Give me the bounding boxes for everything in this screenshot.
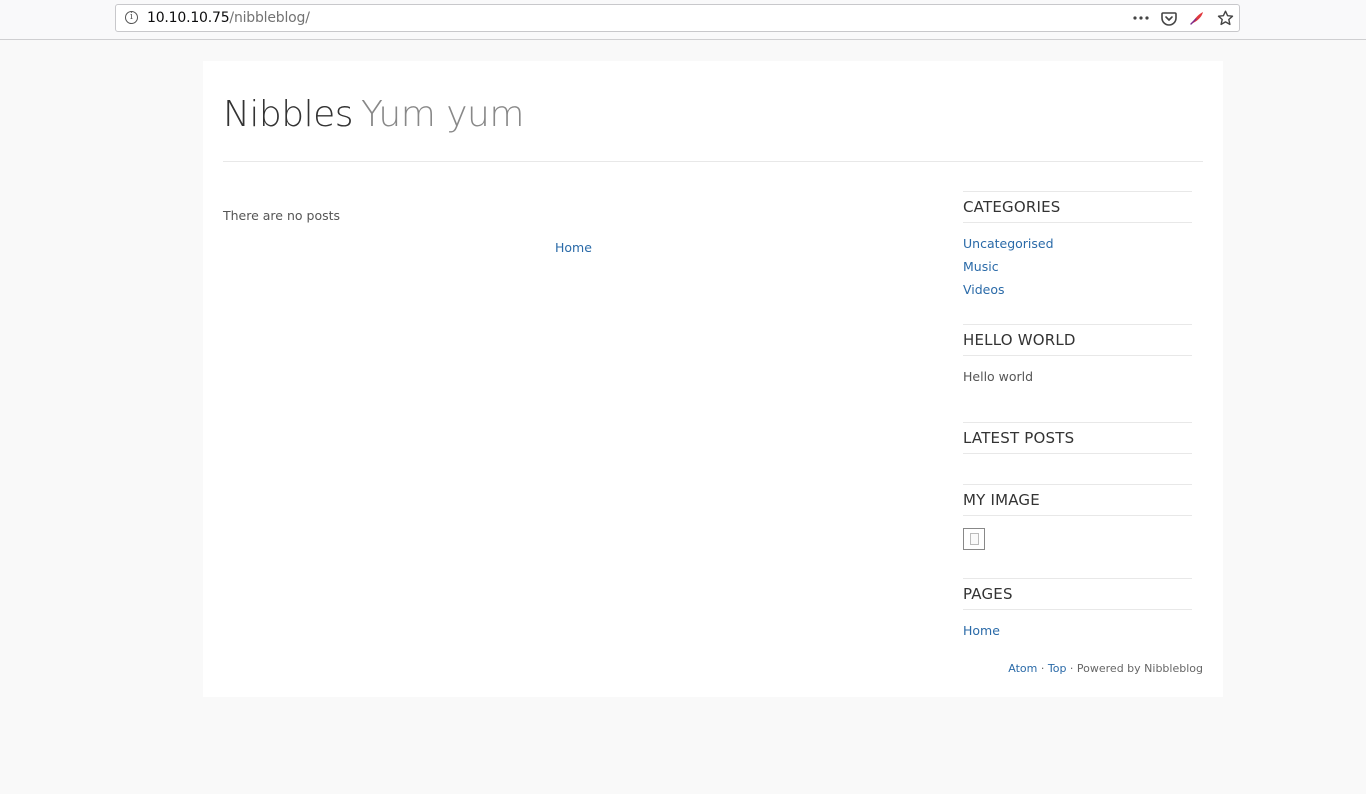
categories-widget: CATEGORIES Uncategorised Music Videos bbox=[963, 191, 1192, 324]
bookmark-star-icon[interactable] bbox=[1211, 5, 1239, 31]
my-image-title: MY IMAGE bbox=[963, 485, 1192, 516]
site-title[interactable]: Nibbles Yum yum bbox=[223, 94, 524, 135]
latest-posts-widget: LATEST POSTS bbox=[963, 422, 1192, 484]
top-link[interactable]: Top bbox=[1048, 662, 1067, 675]
category-link-videos[interactable]: Videos bbox=[963, 278, 1192, 301]
categories-list: Uncategorised Music Videos bbox=[963, 223, 1192, 324]
category-link-music[interactable]: Music bbox=[963, 255, 1192, 278]
site-slogan: Yum yum bbox=[361, 94, 524, 135]
info-icon[interactable]: i bbox=[125, 11, 138, 24]
page-link-home[interactable]: Home bbox=[963, 619, 1192, 642]
my-image-widget: MY IMAGE bbox=[963, 484, 1192, 578]
hello-world-title: HELLO WORLD bbox=[963, 325, 1192, 356]
latest-posts-title: LATEST POSTS bbox=[963, 423, 1192, 454]
footer-separator: · bbox=[1037, 662, 1048, 675]
hello-world-widget: HELLO WORLD Hello world bbox=[963, 324, 1192, 422]
my-image-body bbox=[963, 516, 1192, 578]
more-actions-icon[interactable] bbox=[1127, 5, 1155, 31]
hello-world-body: Hello world bbox=[963, 356, 1192, 422]
extension-feather-icon[interactable] bbox=[1183, 5, 1211, 31]
pocket-icon[interactable] bbox=[1155, 5, 1183, 31]
blog-page: Nibbles Yum yum There are no posts Home C… bbox=[203, 61, 1223, 697]
category-link-uncategorised[interactable]: Uncategorised bbox=[963, 232, 1192, 255]
browser-toolbar: i 10.10.10.75/nibbleblog/ bbox=[0, 0, 1366, 40]
url-actions bbox=[1127, 5, 1239, 31]
url-text[interactable]: 10.10.10.75/nibbleblog/ bbox=[147, 10, 310, 26]
pages-widget: PAGES Home bbox=[963, 578, 1192, 642]
categories-title: CATEGORIES bbox=[963, 192, 1192, 223]
address-bar[interactable]: i 10.10.10.75/nibbleblog/ bbox=[115, 4, 1240, 32]
latest-posts-list bbox=[963, 454, 1192, 484]
broken-image-icon bbox=[963, 528, 985, 550]
sidebar: CATEGORIES Uncategorised Music Videos HE… bbox=[963, 191, 1192, 642]
url-path: /nibbleblog/ bbox=[229, 10, 310, 26]
hello-world-text: Hello world bbox=[963, 369, 1034, 384]
atom-link[interactable]: Atom bbox=[1008, 662, 1037, 675]
site-name: Nibbles bbox=[223, 94, 354, 135]
empty-posts-message: There are no posts bbox=[223, 208, 341, 223]
pages-title: PAGES bbox=[963, 579, 1192, 610]
url-host: 10.10.10.75 bbox=[147, 10, 230, 26]
powered-by-text: · Powered by Nibbleblog bbox=[1066, 662, 1203, 675]
site-header: Nibbles Yum yum bbox=[223, 91, 1203, 162]
footer: Atom · Top · Powered by Nibbleblog bbox=[1008, 662, 1203, 675]
pages-list: Home bbox=[963, 610, 1192, 642]
pager-home-link[interactable]: Home bbox=[555, 240, 592, 255]
